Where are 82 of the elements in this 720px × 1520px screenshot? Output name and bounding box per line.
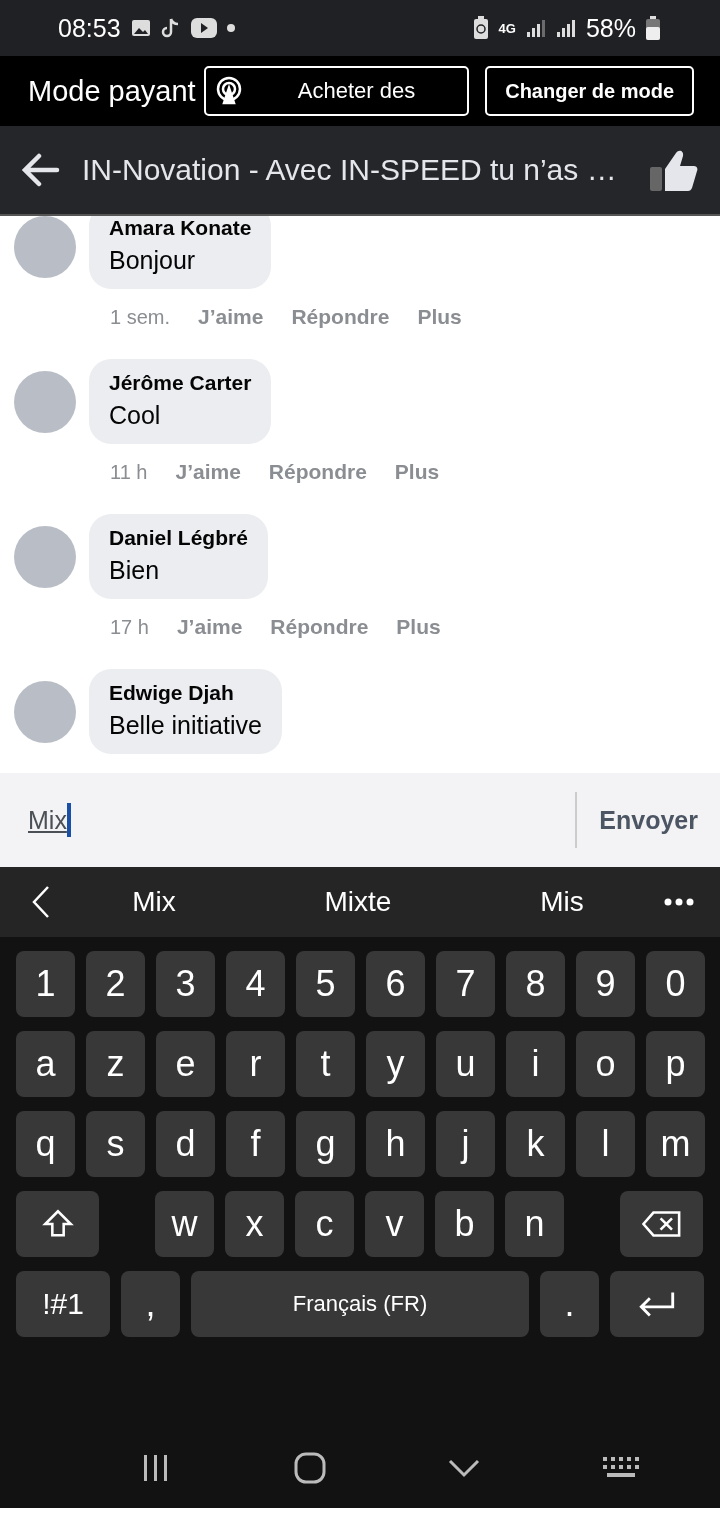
comment-text: Cool — [109, 401, 162, 430]
keyboard-key[interactable]: s — [86, 1111, 145, 1177]
change-mode-button[interactable]: Changer de mode — [485, 66, 694, 116]
battery-saver-icon — [472, 16, 489, 40]
comment-time: 17 h — [110, 615, 149, 639]
keyboard-key[interactable]: g — [296, 1111, 355, 1177]
keyboard-key[interactable]: j — [436, 1111, 495, 1177]
keyboard-key[interactable]: 9 — [576, 951, 635, 1017]
image-icon — [130, 18, 151, 38]
keyboard-key[interactable]: m — [646, 1111, 705, 1177]
symbols-key[interactable]: !#1 — [16, 1271, 110, 1337]
post-title: IN-Novation - Avec IN-SPEED tu n’as … — [82, 153, 618, 187]
collapse-icon[interactable] — [30, 885, 52, 919]
enter-key[interactable] — [610, 1271, 704, 1337]
keyboard-key[interactable]: 7 — [436, 951, 495, 1017]
keyboard-key[interactable]: k — [506, 1111, 565, 1177]
suggestion-item[interactable]: Mis — [460, 886, 664, 918]
like-icon[interactable] — [650, 149, 698, 191]
comment-text: Belle initiative — [109, 711, 262, 740]
comment-text: Bien — [109, 556, 161, 585]
keyboard-key[interactable]: d — [156, 1111, 215, 1177]
keyboard-key[interactable]: z — [86, 1031, 145, 1097]
keyboard-key[interactable]: 0 — [646, 951, 705, 1017]
keyboard-key[interactable]: y — [366, 1031, 425, 1097]
comment-author: Jérôme Carter — [109, 371, 252, 395]
keyboard-key[interactable]: l — [576, 1111, 635, 1177]
keyboard-key[interactable]: b — [435, 1191, 494, 1257]
keyboard-key[interactable]: w — [155, 1191, 214, 1257]
music-note-icon — [160, 17, 181, 39]
keyboard-key[interactable]: 1 — [16, 951, 75, 1017]
play-icon — [190, 18, 217, 38]
comment-author: Edwige Djah — [109, 681, 235, 705]
keyboard-key[interactable]: 4 — [226, 951, 285, 1017]
suggestion-item[interactable]: Mix — [52, 886, 256, 918]
back-icon[interactable] — [22, 153, 60, 187]
chevron-down-icon[interactable] — [448, 1458, 481, 1478]
keyboard-key[interactable]: o — [576, 1031, 635, 1097]
keyboard-key[interactable]: n — [505, 1191, 564, 1257]
backspace-key[interactable] — [620, 1191, 703, 1257]
keyboard-key[interactable]: h — [366, 1111, 425, 1177]
keyboard-key[interactable]: r — [226, 1031, 285, 1097]
keyboard-key[interactable]: a — [16, 1031, 75, 1097]
keyboard-key[interactable]: 3 — [156, 951, 215, 1017]
comment-time: 1 sem. — [110, 305, 171, 329]
comment-input-field[interactable]: Mix — [28, 803, 576, 837]
dot-icon — [226, 24, 235, 32]
keyboard-icon[interactable] — [602, 1457, 639, 1479]
network-label: 4G — [498, 20, 516, 36]
keyboard-key[interactable]: v — [365, 1191, 424, 1257]
keyboard-key[interactable]: u — [436, 1031, 495, 1097]
keyboard-key[interactable]: . — [540, 1271, 599, 1337]
send-button[interactable]: Envoyer — [599, 805, 698, 835]
keyboard-key[interactable]: f — [226, 1111, 285, 1177]
buy-button[interactable]: Acheter des — [203, 66, 470, 116]
backspace-icon — [641, 1209, 682, 1239]
keyboard-key[interactable]: i — [506, 1031, 565, 1097]
signal-icon — [555, 18, 576, 38]
keyboard-key[interactable]: 5 — [296, 951, 355, 1017]
suggestion-item[interactable]: Mixte — [256, 886, 460, 918]
keyboard-key[interactable]: t — [296, 1031, 355, 1097]
space-bar[interactable]: Français (FR) — [191, 1271, 529, 1337]
home-icon[interactable] — [293, 1452, 326, 1484]
keyboard-key[interactable]: p — [646, 1031, 705, 1097]
keyboard-key[interactable]: 2 — [86, 951, 145, 1017]
comment-author: Amara Konate — [109, 216, 252, 240]
keyboard-key[interactable]: e — [156, 1031, 215, 1097]
comment-time: 11 h — [110, 460, 148, 484]
mode-label: Mode payant — [28, 74, 196, 108]
comment-text: Bonjour — [109, 246, 197, 275]
keyboard-key[interactable]: 8 — [506, 951, 565, 1017]
keyboard-key[interactable]: , — [121, 1271, 180, 1337]
keyboard-key[interactable]: 6 — [366, 951, 425, 1017]
more-icon[interactable] — [664, 898, 694, 906]
battery-percent: 58% — [585, 13, 636, 43]
keyboard-key[interactable]: x — [225, 1191, 284, 1257]
status-time: 08:53 — [58, 13, 121, 43]
signal-icon — [525, 18, 546, 38]
keyboard-key[interactable]: c — [295, 1191, 354, 1257]
shift-key[interactable] — [16, 1191, 99, 1257]
keyboard-key[interactable]: q — [16, 1111, 75, 1177]
comment-author: Daniel Légbré — [109, 526, 248, 550]
battery-icon — [646, 16, 660, 40]
